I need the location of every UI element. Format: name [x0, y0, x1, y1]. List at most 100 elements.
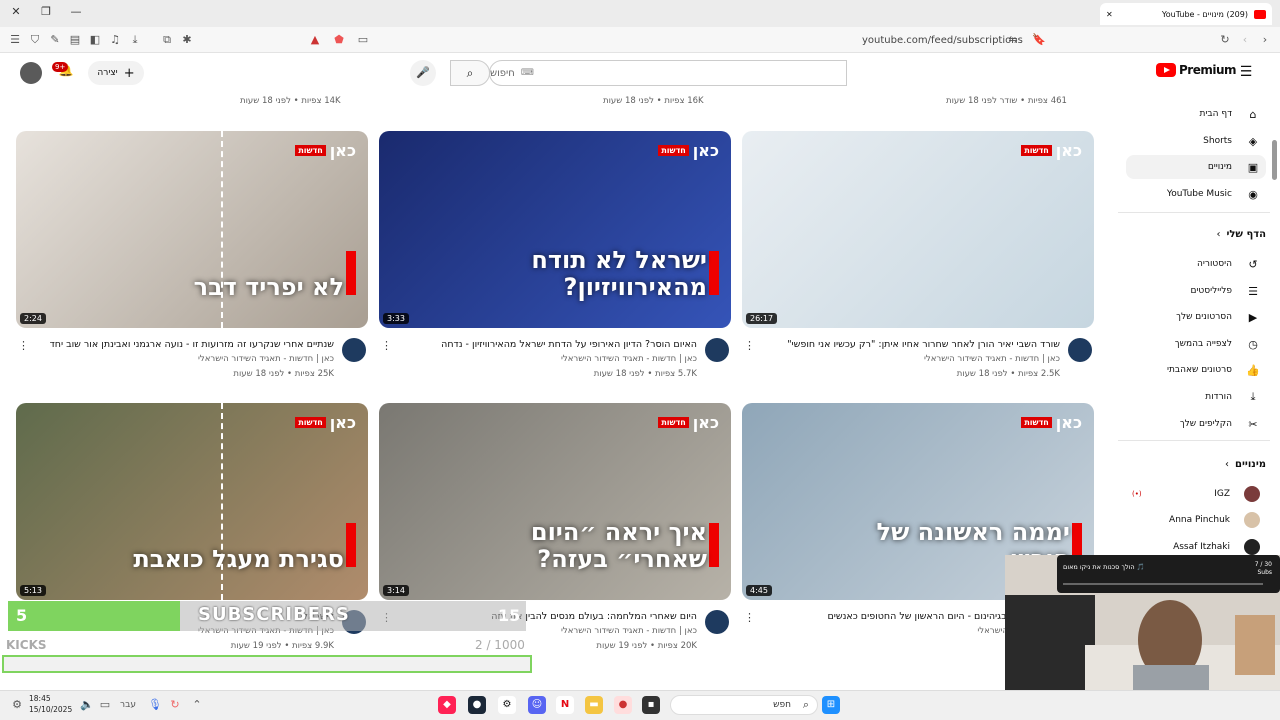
- sidebar-item[interactable]: הקליפים שלך ✂: [1126, 412, 1266, 436]
- extensions-icon[interactable]: ✱: [178, 31, 196, 49]
- app-taskbar-icon[interactable]: ●: [614, 696, 632, 714]
- close-window-icon[interactable]: ✕: [6, 5, 26, 18]
- windows-start-icon[interactable]: ⊞: [822, 696, 840, 714]
- network-icon[interactable]: ▭: [96, 696, 114, 714]
- reload-icon[interactable]: ↻: [1216, 31, 1234, 49]
- sidebar-item[interactable]: היסטוריה ↺: [1126, 252, 1266, 276]
- search-input[interactable]: חיפוש ⌨: [489, 60, 847, 86]
- video-title[interactable]: שורד השבי יאיר הורן לאחר שחרור אחיו איתן…: [740, 339, 1060, 350]
- video-thumbnail[interactable]: חדשות כאן ישראל לא תודח מהאירוויזיון? 3:33: [379, 131, 731, 328]
- app-tray-icon[interactable]: ↻: [166, 696, 184, 714]
- video-title[interactable]: שנתיים אחרי שנקרעו זה מזרועות זו - נועה …: [14, 339, 334, 350]
- video-card[interactable]: חדשות כאן 26:17 שורד השבי יאיר הורן לאחר ש…: [742, 131, 1094, 391]
- screenshot-icon[interactable]: ⧉: [158, 31, 176, 49]
- you-section-header[interactable]: ‹ הדף שלי: [1216, 229, 1266, 240]
- account-avatar[interactable]: [20, 62, 42, 84]
- popup-title: הולך סכנות את ניקו מאום 🎵: [1063, 563, 1145, 571]
- news-tag: חדשות: [295, 417, 326, 428]
- youtube-premium-logo[interactable]: Premium: [1156, 63, 1237, 77]
- more-actions-icon[interactable]: ⋮: [744, 339, 755, 352]
- video-thumbnail[interactable]: חדשות כאן איך יראה ״היום שאחרי״ בעזה? 3:14: [379, 403, 731, 600]
- back-icon[interactable]: ›: [1256, 31, 1274, 49]
- sidebar-subscription[interactable]: (•) IGZ: [1126, 482, 1266, 506]
- shield-icon[interactable]: ⛉: [26, 31, 44, 49]
- more-actions-icon[interactable]: ⋮: [18, 339, 29, 352]
- search-icon: ⌕: [466, 66, 474, 80]
- sidebar-toggle-icon[interactable]: ◧: [86, 31, 104, 49]
- youtube-play-logo-icon: [1156, 63, 1176, 77]
- language-indicator[interactable]: עבר: [118, 696, 138, 714]
- sidebar-item[interactable]: מינויים ▣: [1126, 155, 1266, 179]
- create-label: יצירה: [97, 68, 118, 78]
- youtube-favicon-icon: [1254, 9, 1266, 19]
- subscription-label: IGZ: [1214, 489, 1230, 499]
- speaker-icon[interactable]: 🔈: [78, 696, 96, 714]
- settings-gear-icon[interactable]: ⚙: [8, 696, 26, 714]
- download-icon[interactable]: ⤓: [126, 31, 144, 49]
- pen-icon[interactable]: ✎: [46, 31, 64, 49]
- keyboard-icon[interactable]: ⌨: [521, 68, 534, 78]
- subscriber-goal: 15: [498, 606, 521, 625]
- video-card[interactable]: חדשות כאן ישראל לא תודח מהאירוויזיון? 3:33…: [379, 131, 731, 391]
- subscription-label: Assaf Itzhaki: [1173, 542, 1230, 552]
- more-actions-icon[interactable]: ⋮: [744, 611, 755, 624]
- more-actions-icon[interactable]: ⋮: [381, 339, 392, 352]
- forward-icon[interactable]: ‹: [1236, 31, 1254, 49]
- active-tab[interactable]: (209) מינויים - YouTube ✕: [1100, 3, 1272, 25]
- search-button[interactable]: ⌕: [450, 60, 490, 86]
- channel-name[interactable]: כאן | חדשות - תאגיד השידור הישראלי: [561, 626, 697, 636]
- guide-menu-icon[interactable]: ☰: [1238, 64, 1254, 80]
- channel-name[interactable]: כאן | חדשות - תאגיד השידור הישראלי: [924, 354, 1060, 364]
- bookmark-icon[interactable]: 🔖: [1030, 31, 1048, 49]
- music-note-icon[interactable]: ♫: [106, 31, 124, 49]
- channel-avatar[interactable]: [342, 338, 366, 362]
- video-title[interactable]: האיום הוסר? הדיון האירופי על הדחת ישראל …: [377, 339, 697, 350]
- minimize-window-icon[interactable]: —: [66, 5, 86, 18]
- address-bar[interactable]: youtube.com/feed/subscriptions: [300, 29, 1050, 51]
- mic-icon[interactable]: 🎙: [146, 696, 164, 714]
- video-card[interactable]: חדשות כאן לא יפריד דבר 2:24 שנתיים אחרי שנ…: [16, 131, 368, 391]
- sidebar-item-label: סרטונים שאהבתי: [1166, 365, 1232, 375]
- taskbar-clock[interactable]: 18:45 15/10/2025: [29, 693, 72, 715]
- menu-icon[interactable]: ☰: [6, 31, 24, 49]
- sidebar-item[interactable]: לצפייה בהמשך ◷: [1126, 332, 1266, 356]
- sidebar-subscription[interactable]: Anna Pinchuk: [1126, 508, 1266, 532]
- channel-avatar[interactable]: [1068, 338, 1092, 362]
- video-thumbnail[interactable]: חדשות כאן סגירת מעגל כואבת 5:13: [16, 403, 368, 600]
- sidebar-item[interactable]: סרטונים שאהבתי 👍: [1126, 358, 1266, 382]
- subscriptions-section-label: מינויים: [1235, 459, 1266, 470]
- chatgpt-taskbar-icon[interactable]: ⚙: [498, 696, 516, 714]
- sidebar-item[interactable]: פלייליסטים ☰: [1126, 279, 1266, 303]
- discord-taskbar-icon[interactable]: ☺: [528, 696, 546, 714]
- sidebar-divider: [1118, 212, 1270, 213]
- channel-name[interactable]: כאן | חדשות - תאגיד השידור הישראלי: [198, 354, 334, 364]
- restore-window-icon[interactable]: ❐: [36, 5, 56, 18]
- folder-taskbar-icon[interactable]: ▬: [585, 696, 603, 714]
- clock-date: 15/10/2025: [29, 705, 73, 714]
- steam-taskbar-icon[interactable]: ●: [468, 696, 486, 714]
- video-thumbnail[interactable]: חדשות כאן 26:17: [742, 131, 1094, 328]
- video-duration: 26:17: [746, 313, 778, 324]
- kan-logo-text: כאן: [692, 141, 719, 160]
- sidebar-item[interactable]: הסרטונים שלך ▶: [1126, 305, 1266, 329]
- sidebar-item[interactable]: הורדות ⤓: [1126, 385, 1266, 409]
- create-button[interactable]: יצירה +: [88, 61, 144, 85]
- reader-icon[interactable]: ▤: [66, 31, 84, 49]
- chevron-up-icon[interactable]: ⌃: [188, 696, 206, 714]
- taskbar-search[interactable]: חפש ⌕: [670, 695, 818, 715]
- sidebar-item[interactable]: YouTube Music ◉: [1126, 182, 1266, 206]
- sidebar-item[interactable]: דף הבית ⌂: [1126, 102, 1266, 126]
- subscriptions-section-header[interactable]: ‹ מינויים: [1225, 459, 1266, 470]
- brave-taskbar-icon[interactable]: ◆: [438, 696, 456, 714]
- site-settings-icon[interactable]: ⇋: [1004, 31, 1022, 49]
- sidebar-item[interactable]: Shorts ◈: [1126, 129, 1266, 153]
- channel-avatar[interactable]: [705, 610, 729, 634]
- page-scrollbar[interactable]: [1272, 140, 1277, 180]
- netflix-taskbar-icon[interactable]: N: [556, 696, 574, 714]
- channel-name[interactable]: כאן | חדשות - תאגיד השידור הישראלי: [561, 354, 697, 364]
- video-thumbnail[interactable]: חדשות כאן לא יפריד דבר 2:24: [16, 131, 368, 328]
- close-tab-icon[interactable]: ✕: [1106, 10, 1113, 19]
- channel-avatar[interactable]: [705, 338, 729, 362]
- voice-search-mic-icon[interactable]: 🎤: [410, 60, 436, 86]
- terminal-taskbar-icon[interactable]: ▪: [642, 696, 660, 714]
